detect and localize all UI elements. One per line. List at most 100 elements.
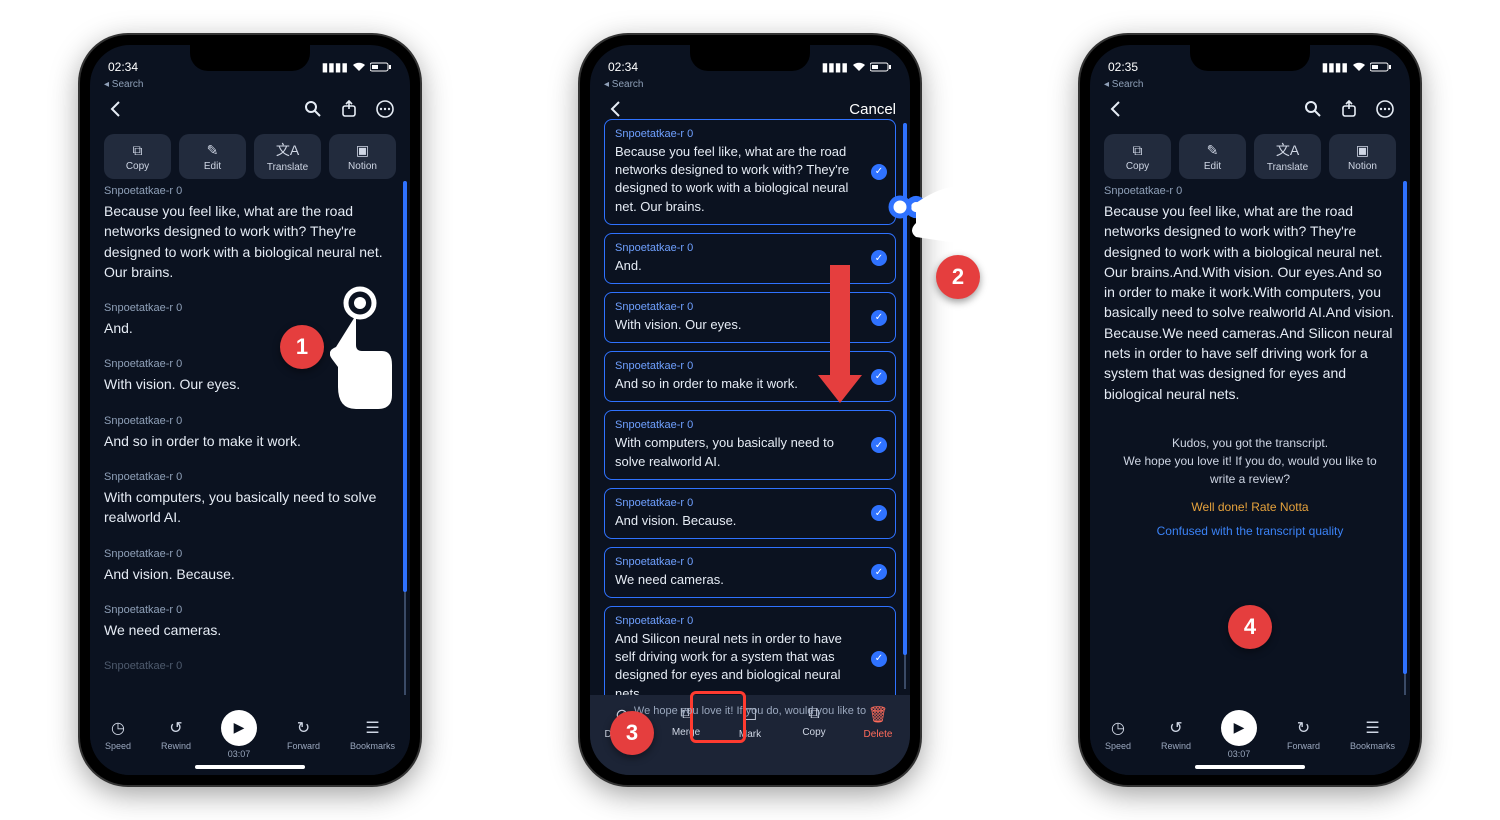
edit-button[interactable]: ✎Edit <box>1179 134 1246 179</box>
copy-label: Copy <box>126 161 149 172</box>
forward-button[interactable]: ↻Forward <box>1287 718 1320 751</box>
wifi-icon <box>1352 62 1366 72</box>
transcript-segment[interactable]: Snpoetatkae-r 0And vision. Because. <box>104 538 396 594</box>
cellular-icon: ▮▮▮▮ <box>822 60 848 74</box>
checkmark-icon[interactable]: ✓ <box>871 505 887 521</box>
share-icon[interactable] <box>1338 98 1360 120</box>
speaker-label: Snpoetatkae-r 0 <box>615 556 865 568</box>
bookmarks-button[interactable]: ☰Bookmarks <box>350 718 395 751</box>
selected-segment[interactable]: Snpoetatkae-r 0And Silicon neural nets i… <box>604 606 896 695</box>
cellular-icon: ▮▮▮▮ <box>1322 60 1348 74</box>
speaker-label: Snpoetatkae-r 0 <box>615 242 865 254</box>
segment-text: And. <box>615 257 865 275</box>
transcript-body[interactable]: Snpoetatkae-r 0 Because you feel like, wh… <box>90 175 410 705</box>
forward-button[interactable]: ↻Forward <box>287 718 320 751</box>
edit-label: Edit <box>204 161 221 172</box>
play-time: 03:07 <box>1228 749 1251 759</box>
notion-button[interactable]: ▣Notion <box>1329 134 1396 179</box>
bookmarks-label: Bookmarks <box>350 741 395 751</box>
transcript-segment[interactable]: Snpoetatkae-r 0We need cameras. <box>104 594 396 650</box>
breadcrumb-back[interactable]: ◂ Search <box>90 79 410 90</box>
home-indicator[interactable] <box>195 765 305 769</box>
annotation-long-press-icon <box>330 285 410 415</box>
segment-text: With vision. Our eyes. <box>615 316 865 334</box>
cancel-button[interactable]: Cancel <box>849 101 896 118</box>
more-icon[interactable] <box>374 98 396 120</box>
selected-segment[interactable]: Snpoetatkae-r 0With computers, you basic… <box>604 410 896 479</box>
translate-button[interactable]: 文ATranslate <box>1254 134 1321 179</box>
segment-text: And vision. Because. <box>615 512 865 530</box>
search-icon[interactable] <box>1302 98 1324 120</box>
scrollbar[interactable] <box>404 181 406 695</box>
edit-button[interactable]: ✎ Edit <box>179 134 246 179</box>
rewind-button[interactable]: ↺Rewind <box>1161 718 1191 751</box>
forward-label: Forward <box>287 741 320 751</box>
translate-icon: 文A <box>276 140 299 160</box>
notch <box>690 45 810 71</box>
translate-button[interactable]: 文ATranslate <box>254 134 321 179</box>
review-line-2: We hope you love it! If you do, would yo… <box>1116 452 1384 488</box>
status-time: 02:35 <box>1108 60 1138 74</box>
transcript-segment[interactable]: Snpoetatkae-r 0 <box>104 650 396 686</box>
translate-label: Translate <box>1267 162 1308 173</box>
play-icon: ▶ <box>221 710 257 746</box>
battery-icon <box>870 62 892 72</box>
back-icon[interactable] <box>104 98 126 120</box>
breadcrumb-back[interactable]: ◂ Search <box>1090 79 1410 90</box>
checkmark-icon[interactable]: ✓ <box>871 310 887 326</box>
bookmarks-button[interactable]: ☰Bookmarks <box>1350 718 1395 751</box>
back-icon[interactable] <box>1104 98 1126 120</box>
screen: 02:35 ▮▮▮▮ ◂ Search ⧉ Copy ✎Edit 文ATransl… <box>1090 45 1410 775</box>
search-icon[interactable] <box>302 98 324 120</box>
play-button[interactable]: ▶03:07 <box>1221 710 1257 759</box>
nav-bar <box>90 90 410 128</box>
speaker-label: Snpoetatkae-r 0 <box>104 471 396 483</box>
segment-text: Because you feel like, what are the road… <box>615 143 865 216</box>
speaker-label: Snpoetatkae-r 0 <box>615 497 865 509</box>
rate-link[interactable]: Well done! Rate Notta <box>1116 498 1384 516</box>
checkmark-icon[interactable]: ✓ <box>871 437 887 453</box>
annotation-badge-4: 4 <box>1228 605 1272 649</box>
selection-body[interactable]: Snpoetatkae-r 0 Because you feel like, wh… <box>590 119 910 695</box>
notion-button[interactable]: ▣Notion <box>329 134 396 179</box>
share-icon[interactable] <box>338 98 360 120</box>
checkmark-icon[interactable]: ✓ <box>871 250 887 266</box>
home-indicator[interactable] <box>1195 765 1305 769</box>
speed-button[interactable]: ◷Speed <box>105 718 131 751</box>
breadcrumb-back[interactable]: ◂ Search <box>590 79 910 90</box>
play-button[interactable]: ▶03:07 <box>221 710 257 759</box>
selected-segment[interactable]: Snpoetatkae-r 0 And vision. Because. ✓ <box>604 488 896 539</box>
segment-text: With computers, you basically need to so… <box>615 434 865 470</box>
forward-label: Forward <box>1287 741 1320 751</box>
checkmark-icon[interactable]: ✓ <box>871 564 887 580</box>
selected-segment[interactable]: Snpoetatkae-r 0We need cameras.✓ <box>604 547 896 598</box>
copy-label: Copy <box>1126 161 1149 172</box>
transcript-segment[interactable]: Snpoetatkae-r 0 Because you feel like, w… <box>1104 175 1396 414</box>
review-line-1: Kudos, you got the transcript. <box>1116 434 1384 452</box>
phone-step-2: 02:34 ▮▮▮▮ ◂ Search Cancel Snpoetatkae-r… <box>580 35 920 785</box>
copy-icon: ⧉ <box>133 142 143 159</box>
speaker-label: Snpoetatkae-r 0 <box>615 128 865 140</box>
status-indicators: ▮▮▮▮ <box>1322 60 1392 74</box>
notion-icon: ▣ <box>356 142 369 159</box>
transcript-segment[interactable]: Snpoetatkae-r 0 With computers, you basic… <box>104 461 396 538</box>
copy-button[interactable]: ⧉ Copy <box>1104 134 1171 179</box>
segment-text: And Silicon neural nets in order to have… <box>615 630 865 695</box>
copy-icon: ⧉ <box>1133 142 1143 159</box>
rewind-icon: ↺ <box>169 718 182 738</box>
segment-text: And so in order to make it work. <box>104 431 396 451</box>
back-icon[interactable] <box>604 98 626 120</box>
transcript-segment[interactable]: Snpoetatkae-r 0Because you feel like, wh… <box>104 175 396 292</box>
segment-text: Because you feel like, what are the road… <box>104 201 396 282</box>
speed-button[interactable]: ◷Speed <box>1105 718 1131 751</box>
copy-button[interactable]: ⧉ Copy <box>104 134 171 179</box>
rewind-button[interactable]: ↺Rewind <box>161 718 191 751</box>
selected-segment[interactable]: Snpoetatkae-r 0 Because you feel like, wh… <box>604 119 896 225</box>
confused-link[interactable]: Confused with the transcript quality <box>1116 522 1384 540</box>
scrollbar[interactable] <box>1404 181 1406 695</box>
checkmark-icon[interactable]: ✓ <box>871 651 887 667</box>
more-icon[interactable] <box>1374 98 1396 120</box>
checkmark-icon[interactable]: ✓ <box>871 369 887 385</box>
segment-text: With computers, you basically need to so… <box>104 487 396 528</box>
edit-icon: ✎ <box>207 142 219 159</box>
